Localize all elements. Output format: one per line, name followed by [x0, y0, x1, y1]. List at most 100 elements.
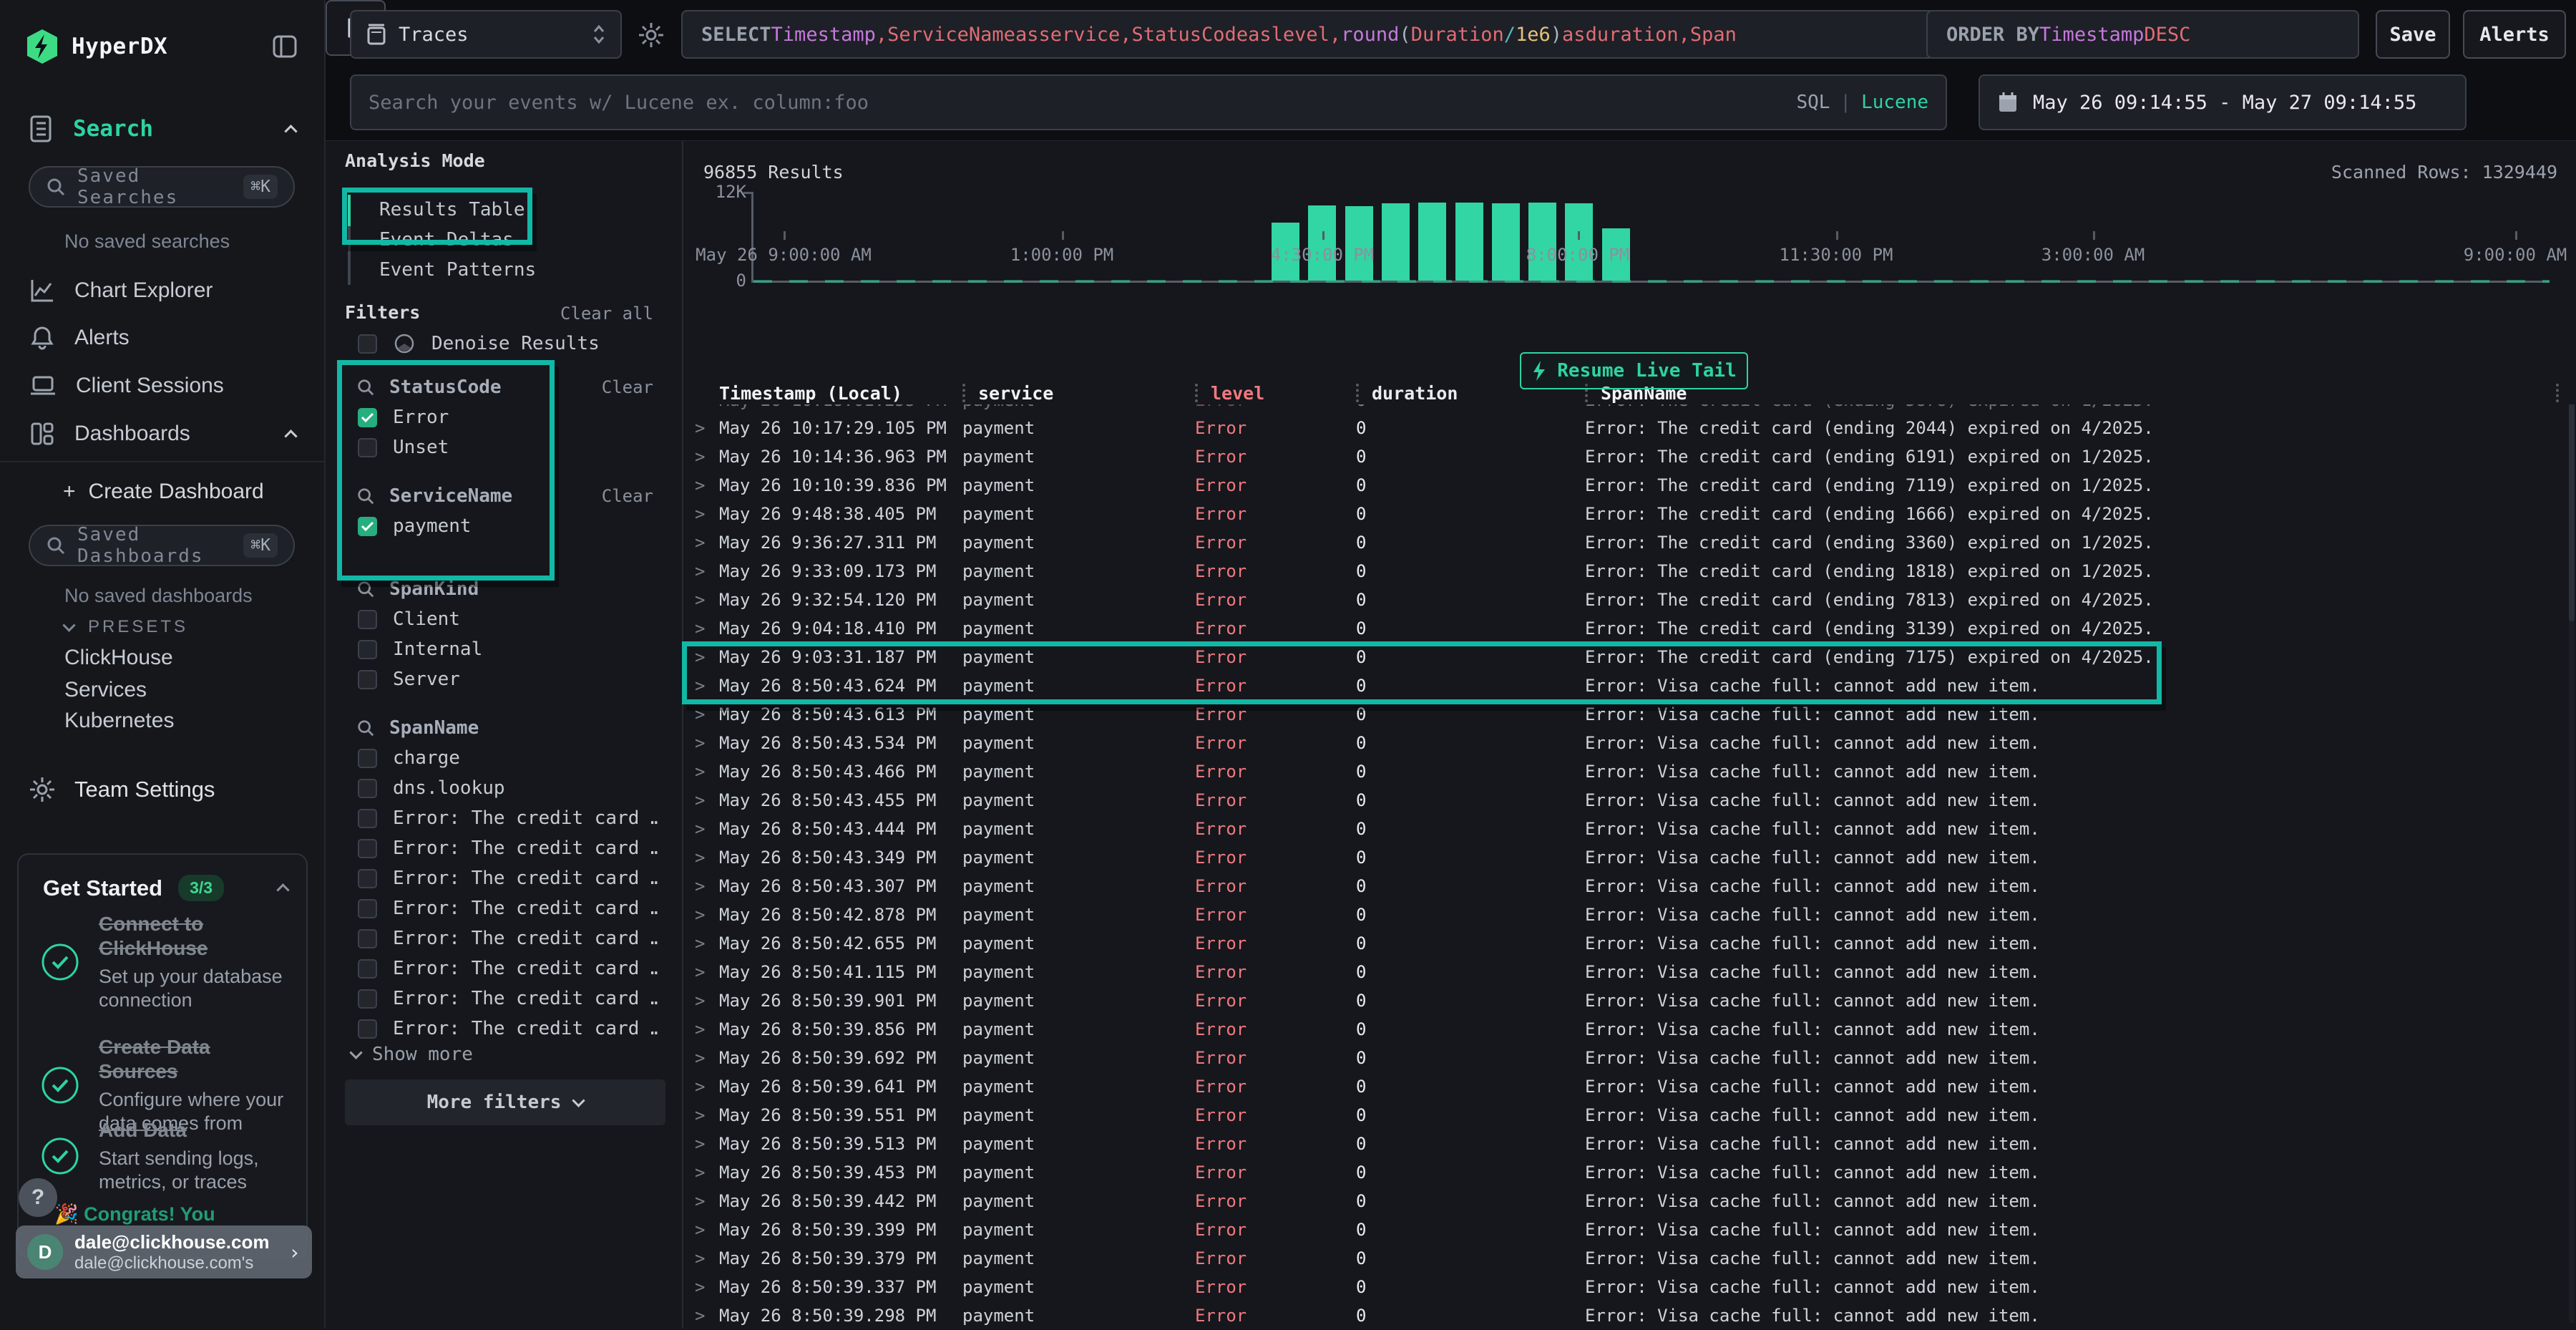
sql-orderby-editor[interactable]: ORDER BY Timestamp DESC: [1926, 10, 2359, 59]
user-menu[interactable]: D dale@clickhouse.com dale@clickhouse.co…: [16, 1225, 312, 1278]
filter-option[interactable]: Unset: [326, 432, 682, 462]
search-icon[interactable]: [356, 487, 375, 505]
table-row[interactable]: >May 26 9:04:18.410 PMpaymentError0Error…: [683, 614, 2576, 643]
checkbox-checked[interactable]: [358, 408, 377, 427]
checkbox-unchecked[interactable]: [358, 989, 377, 1009]
collapse-sidebar-icon[interactable]: [271, 33, 298, 60]
table-row[interactable]: >May 26 8:50:39.399 PMpaymentError0Error…: [683, 1215, 2576, 1244]
alerts-button[interactable]: Alerts: [2463, 10, 2566, 59]
analysis-option-event-deltas[interactable]: Event Deltas: [379, 225, 514, 255]
table-row[interactable]: >May 26 10:17:29.105 PMpaymentError0Erro…: [683, 414, 2576, 442]
create-dashboard-button[interactable]: + Create Dashboard: [63, 475, 264, 508]
filter-option[interactable]: Error: The credit card …: [326, 893, 682, 923]
histogram-bar[interactable]: [1382, 203, 1410, 281]
search-icon[interactable]: [356, 378, 375, 397]
filter-option[interactable]: payment: [326, 511, 682, 541]
table-row[interactable]: >May 26 8:50:42.655 PMpaymentError0Error…: [683, 929, 2576, 958]
mode-sql-toggle[interactable]: SQL: [1796, 92, 1830, 113]
table-row[interactable]: >May 26 8:50:43.307 PMpaymentError0Error…: [683, 872, 2576, 901]
checkbox-unchecked[interactable]: [358, 1019, 377, 1039]
column-resize-handle[interactable]: [1356, 384, 1359, 402]
search-input[interactable]: Search your events w/ Lucene ex. column:…: [350, 74, 1947, 130]
checkbox-unchecked[interactable]: [358, 438, 377, 457]
clear-all-filters-button[interactable]: Clear all: [560, 304, 653, 324]
checkbox-unchecked[interactable]: [358, 749, 377, 768]
filter-option[interactable]: Error: [326, 402, 682, 432]
table-row[interactable]: >May 26 8:50:43.624 PMpaymentError0Error…: [683, 671, 2576, 700]
table-row[interactable]: >May 26 8:50:41.115 PMpaymentError0Error…: [683, 958, 2576, 986]
checkbox-checked[interactable]: [358, 517, 377, 536]
checkbox-unchecked[interactable]: [358, 779, 377, 798]
resume-live-tail-button[interactable]: Resume Live Tail: [1520, 352, 1748, 389]
denoise-results-toggle[interactable]: Denoise Results: [358, 332, 600, 355]
preset-services[interactable]: Services: [64, 678, 147, 702]
source-select[interactable]: Traces: [350, 10, 622, 59]
sidebar-item-team-settings[interactable]: Team Settings: [0, 767, 324, 812]
sidebar-item-alerts[interactable]: Alerts: [0, 316, 324, 360]
get-started-header[interactable]: Get Started 3/3: [43, 875, 288, 901]
time-range-picker[interactable]: May 26 09:14:55 - May 27 09:14:55: [1979, 74, 2467, 130]
table-row[interactable]: >May 26 8:50:39.298 PMpaymentError0Error…: [683, 1301, 2576, 1330]
table-row[interactable]: >May 26 9:33:09.173 PMpaymentError0Error…: [683, 557, 2576, 586]
table-row[interactable]: >May 26 8:50:39.513 PMpaymentError0Error…: [683, 1130, 2576, 1158]
saved-dashboards-input[interactable]: Saved Dashboards ⌘K: [29, 525, 295, 566]
filter-option[interactable]: Error: The credit card …: [326, 1014, 682, 1044]
checkbox-unchecked[interactable]: [358, 809, 377, 828]
histogram-bar[interactable]: [1455, 203, 1483, 281]
column-header-service[interactable]: service: [962, 383, 1195, 404]
filter-option[interactable]: Error: The credit card …: [326, 953, 682, 984]
table-row[interactable]: >May 26 8:50:43.455 PMpaymentError0Error…: [683, 786, 2576, 815]
preset-kubernetes[interactable]: Kubernetes: [64, 709, 174, 733]
filter-option[interactable]: charge: [326, 743, 682, 773]
analysis-option-results-table[interactable]: Results Table: [379, 195, 525, 225]
table-row[interactable]: >May 26 8:50:43.534 PMpaymentError0Error…: [683, 729, 2576, 757]
filter-option[interactable]: Error: The credit card …: [326, 833, 682, 863]
table-row[interactable]: >May 26 8:50:39.379 PMpaymentError0Error…: [683, 1244, 2576, 1273]
checkbox-unchecked[interactable]: [358, 334, 377, 354]
histogram-bar[interactable]: [1345, 206, 1373, 281]
get-started-item[interactable]: Add DataStart sending logs, metrics, or …: [40, 1118, 292, 1194]
checkbox-unchecked[interactable]: [358, 929, 377, 948]
table-row[interactable]: >May 26 8:50:39.641 PMpaymentError0Error…: [683, 1072, 2576, 1101]
table-row[interactable]: >May 26 8:50:39.901 PMpaymentError0Error…: [683, 986, 2576, 1015]
sidebar-item-search[interactable]: Search: [0, 107, 324, 150]
checkbox-unchecked[interactable]: [358, 610, 377, 629]
filter-clear-button[interactable]: Clear: [602, 486, 653, 506]
checkbox-unchecked[interactable]: [358, 839, 377, 858]
histogram-bar[interactable]: [1565, 203, 1593, 281]
table-row[interactable]: >May 26 9:32:54.120 PMpaymentError0Error…: [683, 586, 2576, 614]
table-row[interactable]: >May 26 10:10:39.836 PMpaymentError0Erro…: [683, 471, 2576, 500]
sidebar-item-dashboards[interactable]: Dashboards: [0, 412, 324, 456]
table-row[interactable]: >May 26 9:48:38.405 PMpaymentError0Error…: [683, 500, 2576, 528]
checkbox-unchecked[interactable]: [358, 670, 377, 689]
filter-option[interactable]: Error: The credit card …: [326, 863, 682, 893]
checkbox-unchecked[interactable]: [358, 959, 377, 979]
help-button[interactable]: ?: [19, 1178, 57, 1217]
checkbox-unchecked[interactable]: [358, 640, 377, 659]
chart-plot-area[interactable]: [751, 192, 2550, 283]
search-icon[interactable]: [356, 719, 375, 737]
table-row[interactable]: >May 26 10:14:36.963 PMpaymentError0Erro…: [683, 442, 2576, 471]
table-row[interactable]: >May 26 8:50:39.692 PMpaymentError0Error…: [683, 1044, 2576, 1072]
histogram-bar[interactable]: [1492, 203, 1520, 281]
column-header-level[interactable]: level: [1195, 383, 1356, 404]
analysis-option-event-patterns[interactable]: Event Patterns: [379, 255, 536, 285]
table-row[interactable]: >May 26 8:50:43.349 PMpaymentError0Error…: [683, 843, 2576, 872]
sidebar-item-chart-explorer[interactable]: Chart Explorer: [0, 268, 324, 313]
column-resize-handle[interactable]: [1195, 384, 1198, 402]
table-row[interactable]: >May 26 8:50:42.878 PMpaymentError0Error…: [683, 901, 2576, 929]
filter-option[interactable]: dns.lookup: [326, 773, 682, 803]
source-settings-gear-icon[interactable]: [638, 21, 665, 49]
get-started-item[interactable]: Connect to ClickHouseSet up your databas…: [40, 912, 292, 1012]
checkbox-unchecked[interactable]: [358, 869, 377, 888]
checkbox-unchecked[interactable]: [358, 899, 377, 918]
table-row[interactable]: >May 26 8:50:43.466 PMpaymentError0Error…: [683, 757, 2576, 786]
column-resize-handle[interactable]: [2556, 384, 2559, 402]
sidebar-item-client-sessions[interactable]: Client Sessions: [0, 364, 324, 408]
more-filters-button[interactable]: More filters: [345, 1079, 665, 1125]
filter-option[interactable]: Internal: [326, 634, 682, 664]
mode-lucene-toggle[interactable]: Lucene: [1861, 92, 1928, 113]
table-row[interactable]: >May 26 8:50:39.337 PMpaymentError0Error…: [683, 1273, 2576, 1301]
search-icon[interactable]: [356, 580, 375, 598]
table-row[interactable]: >May 26 8:50:43.613 PMpaymentError0Error…: [683, 700, 2576, 729]
